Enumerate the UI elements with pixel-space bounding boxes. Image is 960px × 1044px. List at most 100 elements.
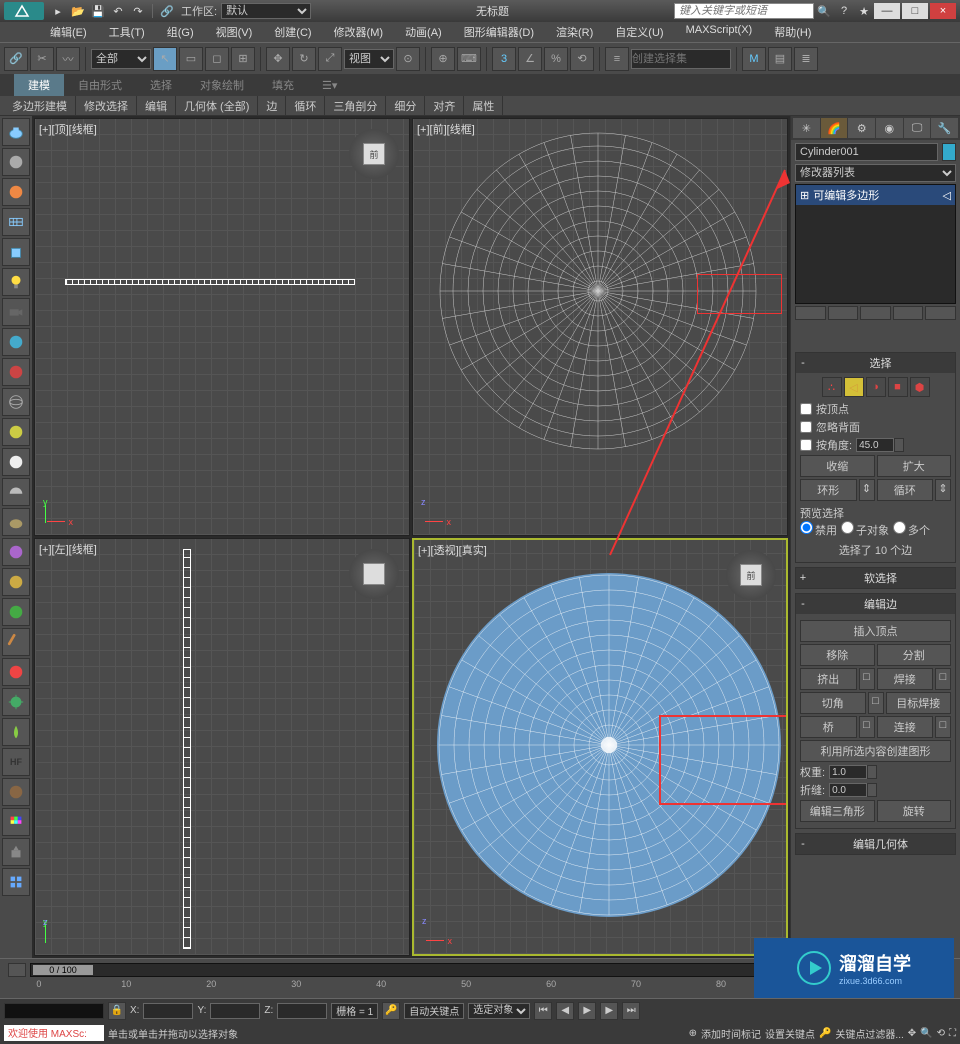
nav-pan-icon[interactable]: ✥	[908, 1028, 916, 1039]
hf-icon[interactable]: HF	[2, 748, 30, 776]
spinner-snap-icon[interactable]: ⟲	[570, 47, 594, 71]
ring-spinner-icon[interactable]: ⇕	[859, 479, 875, 501]
workspace-select[interactable]: 默认	[221, 3, 311, 19]
unlink-tool-icon[interactable]: ✂	[30, 47, 54, 71]
nav-orbit-icon[interactable]: ⟲	[937, 1028, 945, 1039]
ribbon-tab-selection[interactable]: 选择	[136, 74, 186, 96]
sphere-teal-icon[interactable]	[2, 328, 30, 356]
bind-tool-icon[interactable]: 〰	[56, 47, 80, 71]
rollout-soft-header[interactable]: +软选择	[796, 568, 955, 588]
sphere-red2-icon[interactable]	[2, 658, 30, 686]
menu-customize[interactable]: 自定义(U)	[605, 22, 673, 42]
rollout-selection-header[interactable]: -选择	[796, 353, 955, 373]
crease-spinner[interactable]	[829, 783, 867, 797]
weld-button[interactable]: 焊接	[877, 668, 934, 690]
link-tool-icon[interactable]: 🔗	[4, 47, 28, 71]
autokey-button[interactable]: 自动关键点	[404, 1003, 464, 1019]
star-icon[interactable]: ★	[856, 3, 872, 19]
nav-max-icon[interactable]: ⛶	[949, 1028, 956, 1039]
help-icon[interactable]: ?	[836, 3, 852, 19]
menu-render[interactable]: 渲染(R)	[546, 22, 603, 42]
close-button[interactable]: ×	[930, 3, 956, 19]
sphere-white-icon[interactable]	[2, 448, 30, 476]
menu-edit[interactable]: 编辑(E)	[40, 22, 97, 42]
lightbulb-icon[interactable]	[2, 268, 30, 296]
app-logo[interactable]	[4, 2, 44, 20]
insert-vertex-button[interactable]: 插入顶点	[800, 620, 951, 642]
pivot-icon[interactable]: ⊙	[396, 47, 420, 71]
object-name-input[interactable]	[795, 143, 938, 161]
z-coord-field[interactable]	[277, 1003, 327, 1019]
weight-spinner[interactable]	[829, 765, 867, 779]
menu-view[interactable]: 视图(V)	[206, 22, 263, 42]
menu-animation[interactable]: 动画(A)	[395, 22, 452, 42]
angle-spinner[interactable]	[856, 438, 894, 452]
rod-icon[interactable]	[2, 628, 30, 656]
ribbon-grp-edge[interactable]: 边	[258, 96, 286, 116]
teapot2-icon[interactable]	[2, 508, 30, 536]
colorchart-icon[interactable]	[2, 808, 30, 836]
create-shape-button[interactable]: 利用所选内容创建图形	[800, 740, 951, 762]
preview-subobj-radio[interactable]: 子对象	[841, 521, 889, 538]
keyboard-icon[interactable]: ⌨	[457, 47, 481, 71]
ribbon-grp-tri[interactable]: 三角剖分	[325, 96, 386, 116]
scale-tool-icon[interactable]: ⤢	[318, 47, 342, 71]
loop-spinner-icon[interactable]: ⇕	[935, 479, 951, 501]
ribbon-tab-fill[interactable]: 填充	[258, 74, 308, 96]
key-target-select[interactable]: 选定对象	[468, 1003, 530, 1019]
selection-filter[interactable]: 全部	[91, 49, 151, 69]
panel-tab-modify-icon[interactable]: 🌈	[821, 118, 848, 138]
shrink-button[interactable]: 收缩	[800, 455, 875, 477]
weld-settings-icon[interactable]: □	[935, 668, 951, 690]
stack-remove-icon[interactable]	[893, 306, 924, 320]
modifier-list-select[interactable]: 修改器列表	[795, 164, 956, 182]
select-name-icon[interactable]: ▭	[179, 47, 203, 71]
mirror-icon[interactable]: M	[742, 47, 766, 71]
subobj-polygon-icon[interactable]: ■	[888, 377, 908, 397]
ribbon-tab-paint[interactable]: 对象绘制	[186, 74, 258, 96]
percent-snap-icon[interactable]: %	[544, 47, 568, 71]
ribbon-grp-edit[interactable]: 编辑	[137, 96, 176, 116]
new-icon[interactable]: ▸	[50, 3, 66, 19]
preview-multi-radio[interactable]: 多个	[893, 521, 930, 538]
sphere-gold-icon[interactable]	[2, 568, 30, 596]
split-button[interactable]: 分割	[877, 644, 952, 666]
rect-select-icon[interactable]: ◻	[205, 47, 229, 71]
by-vertex-checkbox[interactable]	[800, 403, 812, 415]
key-mode-icon[interactable]: 🔑	[819, 1028, 831, 1039]
stack-unique-icon[interactable]	[860, 306, 891, 320]
bridge-settings-icon[interactable]: □	[859, 716, 875, 738]
subobj-border-icon[interactable]: ◑	[866, 377, 886, 397]
spike-icon[interactable]	[2, 688, 30, 716]
menu-help[interactable]: 帮助(H)	[764, 22, 821, 42]
viewport-left[interactable]: [+][左][线框] yz	[34, 538, 410, 956]
chamfer-button[interactable]: 切角	[800, 692, 866, 714]
target-weld-button[interactable]: 目标焊接	[886, 692, 952, 714]
rotate-tool-icon[interactable]: ↻	[292, 47, 316, 71]
minimize-button[interactable]: —	[874, 3, 900, 19]
rock-icon[interactable]	[2, 778, 30, 806]
menu-modifiers[interactable]: 修改器(M)	[324, 22, 394, 42]
play-start-icon[interactable]: ⏮	[534, 1002, 552, 1020]
stack-config-icon[interactable]	[925, 306, 956, 320]
ring-button[interactable]: 环形	[800, 479, 857, 501]
ribbon-grp-props[interactable]: 属性	[464, 96, 503, 116]
ribbon-toggle-icon[interactable]: ☰▾	[308, 76, 351, 95]
chamfer-settings-icon[interactable]: □	[868, 692, 884, 714]
bridge-button[interactable]: 桥	[800, 716, 857, 738]
x-coord-field[interactable]	[143, 1003, 193, 1019]
play-end-icon[interactable]: ⏭	[622, 1002, 640, 1020]
rotate-button[interactable]: 旋转	[877, 800, 952, 822]
cube-icon[interactable]	[2, 238, 30, 266]
script-listener[interactable]	[4, 1003, 104, 1019]
snap-icon[interactable]: 3	[492, 47, 516, 71]
play-next-icon[interactable]: ▶	[600, 1002, 618, 1020]
kettle-icon[interactable]	[2, 838, 30, 866]
viewcube-top[interactable]: 前	[349, 129, 399, 179]
extrude-button[interactable]: 挤出	[800, 668, 857, 690]
rollout-edit-edges-header[interactable]: -编辑边	[796, 594, 955, 614]
panel-tab-display-icon[interactable]: 🖵	[904, 118, 931, 138]
plant-icon[interactable]	[2, 718, 30, 746]
window-cross-icon[interactable]: ⊞	[231, 47, 255, 71]
extrude-settings-icon[interactable]: □	[859, 668, 875, 690]
